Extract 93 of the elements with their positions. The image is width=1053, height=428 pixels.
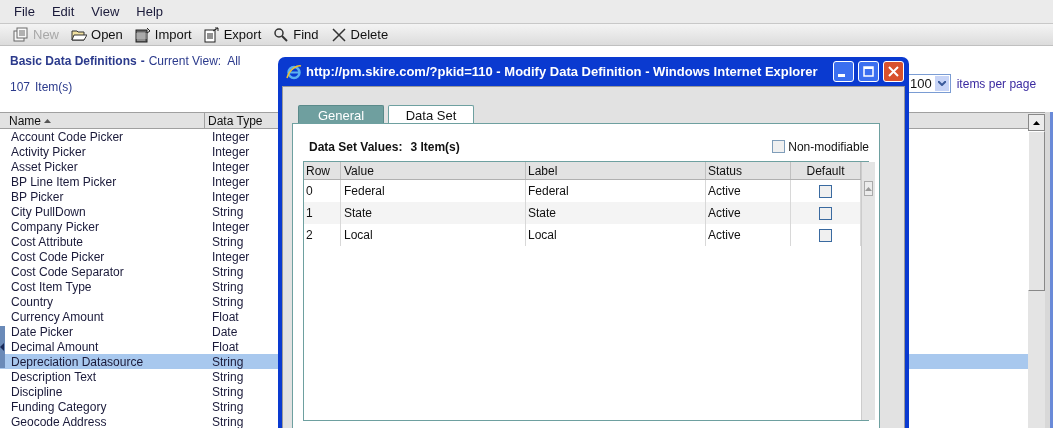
item-count-label: Item(s) [35, 79, 73, 96]
maximize-button[interactable] [858, 61, 879, 82]
default-checkbox[interactable] [819, 228, 832, 242]
scrollbar[interactable] [1028, 112, 1045, 428]
type-cell-text: String [211, 369, 244, 386]
type-cell-text: String [211, 353, 244, 371]
type-cell-text: Float [211, 309, 239, 326]
type-cell-text: String [211, 234, 244, 251]
type-cell-text: String [211, 399, 244, 416]
name-cell-text: Currency Amount [10, 309, 105, 326]
name-cell-text: Cost Code Picker [10, 248, 106, 266]
minimize-icon [838, 74, 845, 77]
page-title: Basic Data Definitions [10, 53, 137, 70]
item-count: 107 [10, 79, 31, 96]
window-title: http://pm.skire.com/?pkid=110 - Modify Data Definition - Windows Internet Explorer [306, 62, 819, 81]
name-cell-text: Geocode Address [10, 414, 108, 428]
close-button[interactable] [883, 61, 904, 82]
title-separator: - [140, 53, 145, 70]
column-header[interactable]: Name [0, 113, 205, 128]
type-cell-text: Integer [211, 249, 250, 266]
non-modifiable-checkbox[interactable] [772, 140, 786, 153]
scroll-thumb[interactable] [1028, 131, 1045, 291]
name-cell-text: Cost Code Separator [10, 263, 125, 281]
name-cell-text: Date Picker [10, 324, 75, 341]
item-count: 3 Item(s) [410, 138, 460, 156]
name-cell-text: Depreciation Datasource [10, 353, 145, 371]
toolbar-button[interactable]: Export [198, 24, 267, 45]
toolbar-button[interactable]: Open [66, 24, 128, 45]
type-cell-text: String [211, 204, 244, 221]
up-arrow-icon [1033, 120, 1040, 125]
minimize-button[interactable] [833, 61, 854, 82]
type-cell-text: String [211, 264, 244, 281]
toolbar-button[interactable]: Import [129, 24, 197, 45]
default-checkbox[interactable] [819, 206, 832, 220]
close-icon [330, 26, 347, 43]
up-arrow-icon [865, 186, 872, 191]
maximize-icon [863, 66, 874, 77]
name-cell-text: BP Line Item Picker [10, 173, 118, 191]
type-cell-text: Integer [211, 174, 250, 191]
browser-logo-icon [286, 63, 302, 80]
tab[interactable]: Data Set [388, 105, 474, 123]
toolbar-button[interactable]: Delete [325, 24, 394, 45]
name-cell-text: Activity Picker [10, 143, 87, 161]
checkbox-label: Non-modifiable [788, 138, 869, 156]
type-cell-text: String [211, 384, 244, 401]
grid-cell: 2 [304, 224, 341, 246]
name-cell-text: Cost Attribute [10, 234, 85, 251]
column-header[interactable]: Status [706, 162, 791, 179]
default-checkbox[interactable] [819, 184, 832, 198]
close-icon [888, 66, 899, 77]
menu-item[interactable]: Edit [51, 1, 75, 22]
name-cell-text: Funding Category [10, 399, 108, 416]
items-per-page-label: items per page [956, 75, 1037, 93]
scroll-up-button[interactable] [1028, 114, 1045, 131]
current-view-text: Current View: All [148, 53, 241, 70]
grid-document-icon [134, 26, 151, 43]
type-cell-text: String [211, 279, 244, 296]
search-icon [273, 26, 290, 43]
name-cell-text: Company Picker [10, 219, 101, 236]
name-cell-text: Asset Picker [10, 159, 79, 176]
type-cell-text: Float [211, 338, 239, 356]
toolbar-button[interactable]: Find [268, 24, 324, 45]
data-set-values-label: Data Set Values: [309, 138, 403, 156]
grid-cell: Local [526, 224, 706, 246]
grid-scrollbar[interactable] [861, 162, 875, 420]
type-cell-text: String [211, 414, 244, 428]
type-cell-text: Integer [211, 128, 250, 146]
type-cell-text: Date [211, 323, 238, 341]
type-cell-text: Integer [211, 219, 250, 236]
document-arrow-icon [203, 26, 220, 43]
name-cell-text: Country [10, 293, 55, 311]
type-cell-text: String [211, 294, 244, 311]
type-cell-text: Integer [211, 189, 250, 206]
column-header[interactable]: Row [304, 162, 341, 179]
menu-item[interactable]: View [91, 1, 120, 22]
type-cell-text: Integer [211, 159, 250, 176]
column-header[interactable]: Label [526, 162, 706, 179]
grid-cell: Active [706, 224, 791, 246]
menu-item[interactable]: Help [136, 1, 164, 22]
type-cell-text: Integer [211, 144, 250, 161]
menu-item[interactable]: File [14, 1, 35, 22]
name-cell-text: BP Picker [10, 188, 65, 206]
name-cell-text: Decimal Amount [10, 338, 100, 356]
collapse-handle[interactable] [0, 326, 5, 368]
document-stack-icon [13, 26, 29, 43]
name-cell-text: Discipline [10, 384, 64, 401]
column-header[interactable]: Value [341, 162, 526, 179]
name-cell-text: City PullDown [10, 203, 87, 221]
name-cell-text: Account Code Picker [10, 128, 125, 146]
name-cell-text: Cost Item Type [10, 279, 93, 296]
name-cell-text: Description Text [10, 369, 98, 386]
left-arrow-icon [0, 343, 4, 351]
grid-cell: Local [341, 224, 526, 246]
